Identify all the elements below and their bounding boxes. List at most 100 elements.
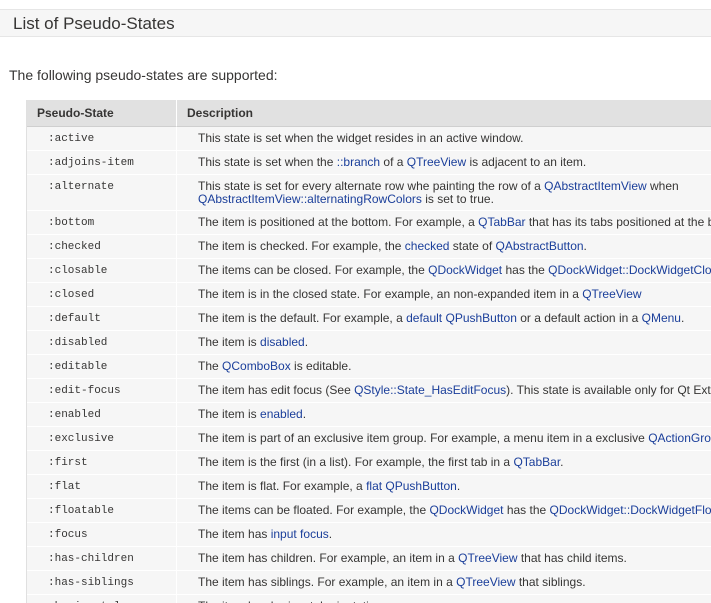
description-text: The item has siblings. For example, an i… bbox=[198, 575, 457, 589]
description-text: This state is set when the widget reside… bbox=[198, 131, 524, 145]
description-text: . bbox=[302, 407, 307, 421]
pseudo-state-name: :adjoins-item bbox=[27, 151, 176, 175]
description-text: The item has bbox=[198, 527, 271, 541]
pseudo-state-description: The items can be floated. For example, t… bbox=[176, 499, 711, 523]
table-row: :has-siblings The item has siblings. For … bbox=[27, 571, 711, 595]
description-text: that has child items. bbox=[517, 551, 627, 565]
pseudo-state-description: The item is the first (in a list). For e… bbox=[176, 451, 711, 475]
table-body: :active This state is set when the widget… bbox=[27, 127, 711, 603]
pseudo-state-name: :alternate bbox=[27, 175, 176, 211]
description-text: The bbox=[198, 359, 223, 373]
doc-link[interactable]: flat bbox=[366, 479, 382, 493]
doc-link[interactable]: QTabBar bbox=[513, 455, 560, 469]
table-row: :flat The item is flat. For example, a fl… bbox=[27, 475, 711, 499]
table-row: :enabled The item is enabled. bbox=[27, 403, 711, 427]
table-row: :active This state is set when the widget… bbox=[27, 127, 711, 151]
description-text: . bbox=[560, 455, 564, 469]
pseudo-state-name: :closable bbox=[27, 259, 176, 283]
doc-link[interactable]: QAbstractItemView bbox=[544, 179, 646, 193]
doc-link[interactable]: QAbstractItemView::alternatingRowColors bbox=[198, 192, 422, 206]
pseudo-state-name: :flat bbox=[27, 475, 176, 499]
doc-link[interactable]: QTreeView bbox=[582, 287, 641, 301]
pseudo-state-name: :floatable bbox=[27, 499, 176, 523]
pseudo-state-name: :enabled bbox=[27, 403, 176, 427]
description-text: The item has edit focus (See bbox=[198, 383, 355, 397]
description-text: that has its tabs positioned at the bott… bbox=[528, 215, 711, 229]
doc-link[interactable]: input focus bbox=[271, 527, 329, 541]
description-text: The items can be floated. For example, t… bbox=[198, 503, 430, 517]
description-text: The item is flat. For example, a bbox=[198, 479, 367, 493]
pseudo-state-description: This state is set when the widget reside… bbox=[176, 127, 711, 151]
doc-link[interactable]: QTabBar bbox=[478, 215, 525, 229]
pseudo-state-description: The item has horizontal orientation bbox=[176, 595, 711, 603]
description-text: This state is set for every alternate ro… bbox=[198, 179, 545, 193]
doc-link[interactable]: QPushButton bbox=[385, 479, 456, 493]
pseudo-state-name: :active bbox=[27, 127, 176, 151]
description-text: is adjacent to an item. bbox=[466, 155, 587, 169]
doc-link[interactable]: default bbox=[406, 311, 442, 325]
pseudo-state-name: :has-siblings bbox=[27, 571, 176, 595]
pseudo-state-description: The item is checked. For example, the ch… bbox=[176, 235, 711, 259]
doc-link[interactable]: QActionGroup bbox=[648, 431, 711, 445]
description-text: of a bbox=[380, 155, 407, 169]
pseudo-state-name: :checked bbox=[27, 235, 176, 259]
pseudo-state-description: The item is flat. For example, a flat QP… bbox=[176, 475, 711, 499]
column-header-description: Description bbox=[176, 100, 711, 127]
description-text: or a default action in a bbox=[516, 311, 642, 325]
pseudo-state-description: The item is in the closed state. For exa… bbox=[176, 283, 711, 307]
description-text: when bbox=[646, 179, 679, 193]
description-text: is editable. bbox=[290, 359, 352, 373]
pseudo-state-description: The item has children. For example, an i… bbox=[176, 547, 711, 571]
description-text: that siblings. bbox=[515, 575, 586, 589]
doc-link[interactable]: QTreeView bbox=[407, 155, 466, 169]
doc-link[interactable]: enabled bbox=[260, 407, 303, 421]
doc-link[interactable]: QTreeView bbox=[458, 551, 517, 565]
pseudo-state-description: The item is part of an exclusive item gr… bbox=[176, 427, 711, 451]
doc-link[interactable]: QDockWidget bbox=[429, 503, 503, 517]
doc-link[interactable]: QComboBox bbox=[222, 359, 291, 373]
doc-link[interactable]: ::branch bbox=[337, 155, 380, 169]
doc-link[interactable]: QAbstractButton bbox=[496, 239, 584, 253]
description-text: ). This state is available only for Qt E… bbox=[506, 383, 711, 397]
description-text: The items can be closed. For example, th… bbox=[198, 263, 429, 277]
table-row: :exclusive The item is part of an exclusi… bbox=[27, 427, 711, 451]
doc-link[interactable]: QTreeView bbox=[456, 575, 515, 589]
doc-link[interactable]: QDockWidget::DockWidgetClosable bbox=[548, 263, 711, 277]
pseudo-state-description: The item is disabled. bbox=[176, 331, 711, 355]
pseudo-state-description: The item has edit focus (See QStyle::Sta… bbox=[176, 379, 711, 403]
description-text: The item is bbox=[198, 407, 261, 421]
table-row: :bottom The item is positioned at the bot… bbox=[27, 211, 711, 235]
pseudo-states-table-container: Pseudo-State Description :active This sta… bbox=[26, 100, 711, 603]
doc-link[interactable]: QDockWidget bbox=[428, 263, 502, 277]
pseudo-state-name: :has-children bbox=[27, 547, 176, 571]
pseudo-state-description: The items can be closed. For example, th… bbox=[176, 259, 711, 283]
doc-link[interactable]: disabled bbox=[260, 335, 305, 349]
section-title: List of Pseudo-States bbox=[13, 14, 175, 33]
table-row: :adjoins-item This state is set when the … bbox=[27, 151, 711, 175]
description-text: The item is positioned at the bottom. Fo… bbox=[198, 215, 479, 229]
description-text: The item is part of an exclusive item gr… bbox=[198, 431, 649, 445]
doc-link[interactable]: QDockWidget::DockWidgetFloatable bbox=[550, 503, 711, 517]
pseudo-state-name: :default bbox=[27, 307, 176, 331]
description-text: . bbox=[456, 479, 461, 493]
pseudo-state-name: :bottom bbox=[27, 211, 176, 235]
table-row: :floatable The items can be floated. For … bbox=[27, 499, 711, 523]
description-text: is set to true. bbox=[421, 192, 494, 206]
doc-link[interactable]: QPushButton bbox=[445, 311, 516, 325]
pseudo-state-description: The QComboBox is editable. bbox=[176, 355, 711, 379]
description-text: . bbox=[583, 239, 587, 253]
description-text: The item is the default. For example, a bbox=[198, 311, 407, 325]
table-row: :edit-focus The item has edit focus (See … bbox=[27, 379, 711, 403]
table-row: :focus The item has input focus. bbox=[27, 523, 711, 547]
pseudo-state-name: :disabled bbox=[27, 331, 176, 355]
section-header: List of Pseudo-States bbox=[0, 9, 711, 37]
doc-link[interactable]: QStyle::State_HasEditFocus bbox=[354, 383, 506, 397]
pseudo-state-name: :horizontal bbox=[27, 595, 176, 603]
table-row: :first The item is the first (in a list).… bbox=[27, 451, 711, 475]
description-text: has the bbox=[502, 263, 549, 277]
pseudo-states-table: Pseudo-State Description :active This sta… bbox=[27, 100, 711, 603]
pseudo-state-name: :editable bbox=[27, 355, 176, 379]
doc-link[interactable]: checked bbox=[405, 239, 450, 253]
pseudo-state-name: :exclusive bbox=[27, 427, 176, 451]
doc-link[interactable]: QMenu bbox=[642, 311, 681, 325]
